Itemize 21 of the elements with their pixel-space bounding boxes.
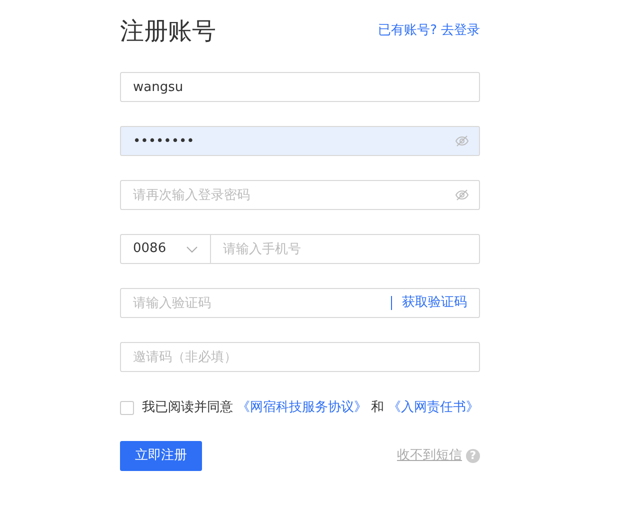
responsibility-letter-link[interactable]: 《入网责任书》 [388,398,479,418]
verification-code-field[interactable]: 请输入验证码 [121,289,391,317]
login-link[interactable]: 去登录 [441,21,480,41]
text-input[interactable]: wangsu [121,73,479,101]
agreement-checkbox[interactable] [120,400,134,415]
phone-input-group[interactable]: 0086 请输入手机号 [120,234,480,264]
register-button[interactable]: 立即注册 [120,440,202,470]
page-title: 注册账号 [120,16,216,47]
and-text: 和 [371,399,384,417]
login-prompt: 已有账号? [378,22,437,40]
verification-code-group[interactable]: 请输入验证码 获取验证码 [120,288,480,318]
text-input[interactable]: 邀请码（非必填） [121,343,479,371]
hide-password-icon[interactable] [455,135,469,147]
no-sms-link[interactable]: 收不到短信 [397,446,462,466]
country-code-select[interactable]: 0086 [121,235,211,263]
phone-field[interactable]: 请输入手机号 [211,235,479,263]
get-code-button[interactable]: 获取验证码 [391,296,477,310]
service-agreement-link[interactable]: 《网宿科技服务协议》 [237,398,367,418]
hide-password-icon[interactable] [455,189,469,201]
agreement-text: 我已阅读并同意 [142,399,233,417]
chevron-down-icon [186,246,198,252]
